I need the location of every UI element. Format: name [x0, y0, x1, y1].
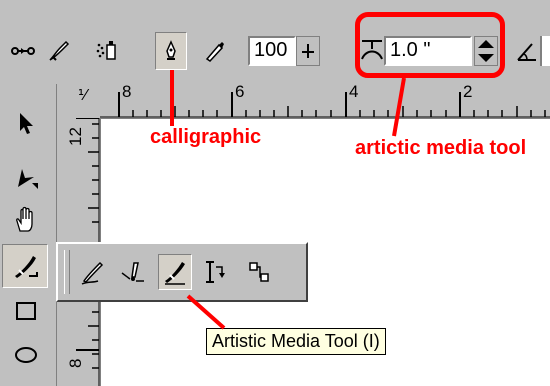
artistic-media-arrow — [392, 77, 406, 137]
artistic-media-callout: artictic media tool — [355, 137, 527, 159]
tooltip-arrow — [186, 294, 226, 330]
annotation-arrows — [170, 70, 406, 330]
calligraphic-callout: calligraphic — [150, 126, 262, 148]
